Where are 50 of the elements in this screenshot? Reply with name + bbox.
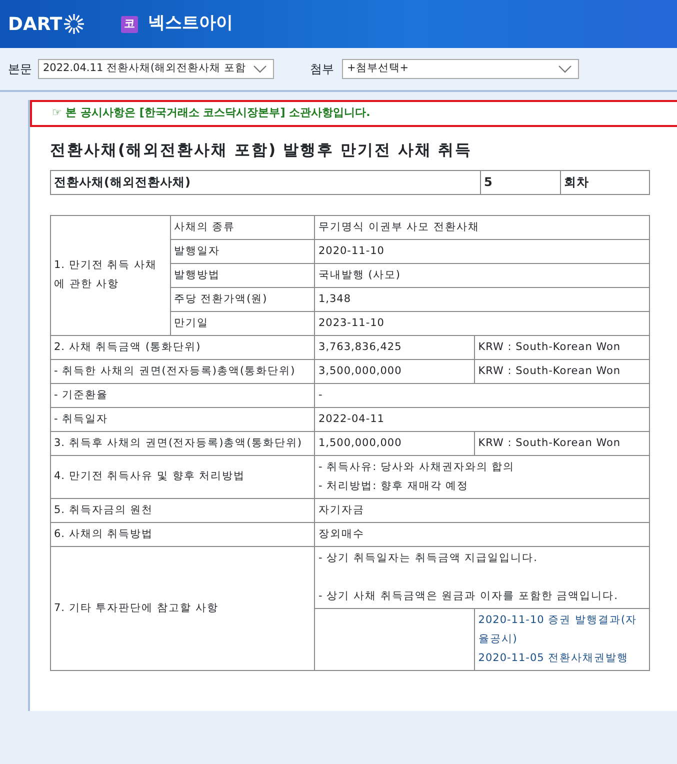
table-cell: 발행방법 (170, 263, 315, 288)
disclosure-link[interactable]: 2020-11-05 전환사채권발행 (478, 648, 646, 668)
table-cell: 주당 전환가액(원) (170, 287, 315, 312)
table-cell: 1,348 (314, 287, 650, 312)
body-label: 본문 (8, 61, 32, 78)
attachment-label: 첨부 (310, 61, 334, 78)
table-cell-line: - 취득사유: 당사와 사채권자와의 합의 (318, 460, 516, 475)
company-name: 넥스트아이 (148, 12, 234, 36)
notice-banner: ☞ 본 공시사항은 [한국거래소 코스닥시장본부] 소관사항입니다. (30, 100, 677, 126)
table-cell: 5. 취득자금의 원천 (50, 498, 315, 522)
table-cell: 자기자금 (314, 498, 650, 522)
table-cell: 회차 (560, 170, 650, 194)
table-cell: 전환사채(해외전환사채) (50, 170, 480, 194)
table-cell: 3. 취득후 사채의 권면(전자등록)총액(통화단위) (50, 431, 315, 456)
table-cell: 5 (480, 170, 560, 194)
table-cell: 발행일자 (170, 239, 315, 264)
document-title: 전환사채(해외전환사채 포함) 발행후 만기전 사채 취득 (50, 140, 474, 160)
table-cell: - 취득일자 (50, 407, 315, 432)
table-cell: 2022-04-11 (314, 407, 650, 432)
table-cell: - 취득한 사채의 권면(전자등록)총액(통화단위) (50, 359, 315, 384)
table-cell: KRW : South-Korean Won (474, 359, 650, 384)
table-cell: KRW : South-Korean Won (474, 335, 650, 360)
table-cell: 2. 사채 취득금액 (통화단위) (50, 335, 315, 360)
market-badge: 코 (121, 16, 138, 32)
attachment-select[interactable]: +첨부선택+ (342, 59, 579, 79)
dart-logo[interactable]: DART (8, 10, 86, 38)
chevron-down-icon (558, 65, 572, 73)
table-cell: 4. 만기전 취득사유 및 향후 처리방법 (50, 455, 315, 498)
table-cell-line: - 처리방법: 향후 재매각 예정 (318, 478, 470, 494)
table-cell: 2020-11-10 (314, 239, 650, 264)
document-select[interactable]: 2022.04.11 전환사채(해외전환사채 포함 (38, 59, 274, 79)
note-text: - 상기 사채 취득금액은 원금과 이자를 포함한 금액입니다. (318, 588, 619, 604)
table-cell: 3,500,000,000 (314, 359, 475, 384)
table-cell: 사채의 종류 (170, 215, 315, 240)
table-cell: 국내발행 (사모) (314, 263, 650, 288)
table-cell: 2023-11-10 (314, 311, 650, 336)
table-cell: 무기명식 이권부 사모 전환사채 (314, 215, 650, 240)
table-cell: 6. 사채의 취득방법 (50, 522, 315, 546)
table-cell: 1. 만기전 취득 사채에 관한 사항 (50, 215, 170, 336)
table-cell: - 기준환율 (50, 383, 315, 408)
note-text: - 상기 취득일자는 취득금액 지급일입니다. (318, 550, 538, 566)
disclosure-link[interactable]: 2020-11-10 증권 발행결과(자율공시) (478, 610, 646, 649)
table-cell: 7. 기타 투자판단에 참고할 사항 (50, 546, 315, 670)
chevron-down-icon (253, 65, 267, 73)
table-cell: 만기일 (170, 311, 315, 336)
table-cell: 3,763,836,425 (314, 335, 475, 360)
table-cell: - (314, 383, 650, 408)
table-cell: 장외매수 (314, 522, 650, 546)
table-cell: KRW : South-Korean Won (474, 431, 650, 456)
table-cell: 1,500,000,000 (314, 431, 475, 456)
